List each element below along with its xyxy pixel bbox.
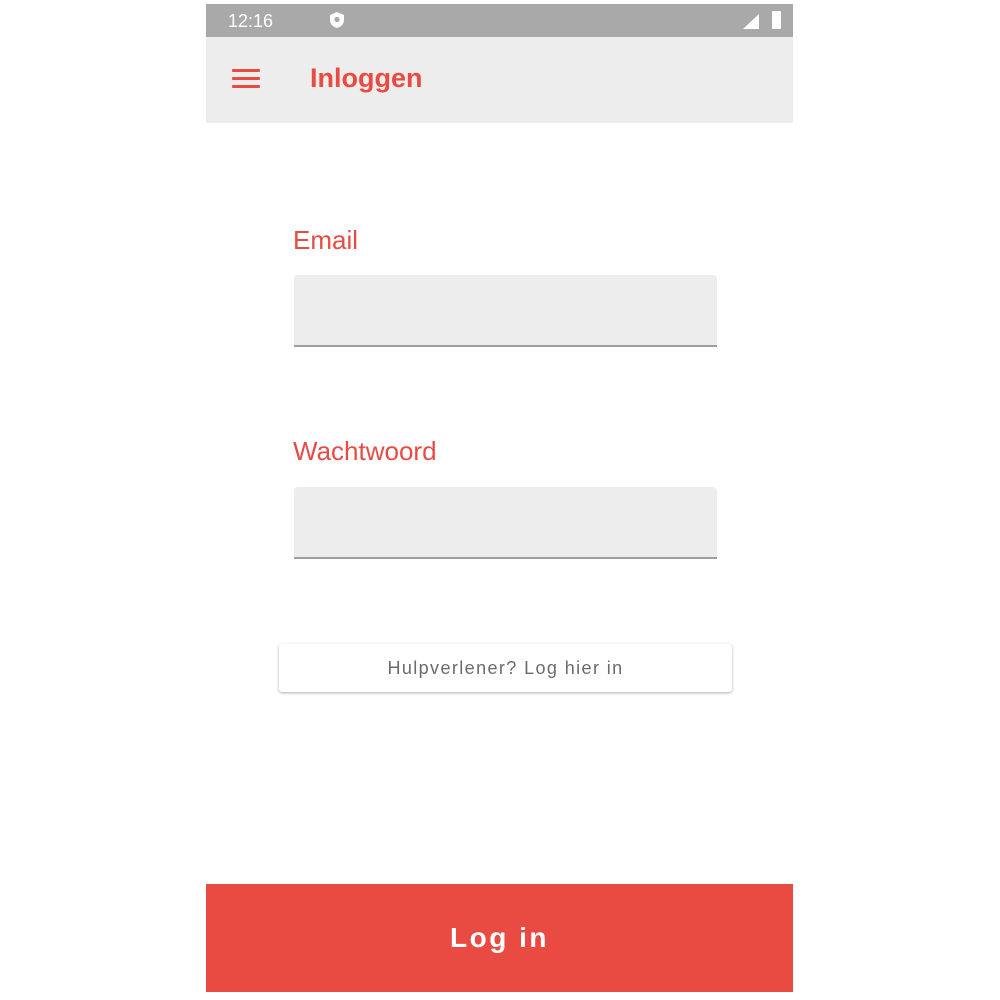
shield-icon (330, 12, 344, 28)
email-label: Email (293, 225, 359, 255)
signal-icon (743, 14, 759, 29)
login-button[interactable]: Log in (206, 884, 793, 992)
email-field[interactable] (294, 275, 717, 347)
password-label: Wachtwoord (293, 436, 437, 466)
status-bar: 12:16 (206, 4, 793, 37)
hamburger-menu-icon[interactable] (232, 69, 260, 91)
caregiver-login-button[interactable]: Hulpverlener? Log hier in (279, 644, 732, 692)
battery-icon (772, 11, 781, 29)
phone-screen: 12:16 Inloggen Email Wachtwoord Hulpverl… (206, 4, 793, 992)
page-title: Inloggen (310, 63, 423, 93)
app-bar: Inloggen (206, 37, 793, 123)
password-field[interactable] (294, 487, 717, 559)
status-time: 12:16 (228, 11, 274, 31)
